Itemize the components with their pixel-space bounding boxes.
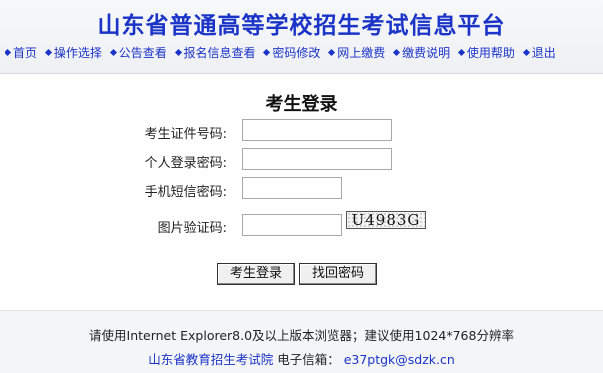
nav-label: 使用帮助 (466, 46, 515, 60)
page: 山东省普通高等学校招生考试信息平台 首页 操作选择 公告查看 报名信息查看 密码… (0, 0, 603, 373)
nav-label: 密码修改 (272, 46, 321, 60)
nav-item-help[interactable]: 使用帮助 (457, 44, 515, 61)
nav-item-operation-select[interactable]: 操作选择 (44, 44, 102, 61)
nav-item-home[interactable]: 首页 (5, 44, 37, 61)
nav-item-password-change[interactable]: 密码修改 (263, 44, 321, 61)
captcha-input[interactable] (242, 214, 342, 236)
recover-password-button[interactable]: 找回密码 (299, 263, 377, 285)
diamond-bullet-icon (5, 48, 12, 57)
captcha-image[interactable]: U4983G (346, 211, 426, 229)
diamond-bullet-icon (393, 48, 401, 57)
nav-label: 报名信息查看 (183, 46, 256, 60)
nav-item-logout[interactable]: 退出 (522, 44, 556, 61)
top-nav: 首页 操作选择 公告查看 报名信息查看 密码修改 网上缴费 缴费说明 使用帮助 … (5, 44, 601, 62)
org-link[interactable]: 山东省教育招生考试院 (148, 352, 273, 367)
diamond-bullet-icon (457, 48, 465, 57)
password-input[interactable] (242, 148, 392, 170)
nav-item-online-payment[interactable]: 网上缴费 (328, 44, 386, 61)
header: 山东省普通高等学校招生考试信息平台 首页 操作选择 公告查看 报名信息查看 密码… (0, 0, 603, 74)
browser-note: 请使用Internet Explorer8.0及以上版本浏览器；建议使用1024… (89, 328, 514, 343)
id-number-input[interactable] (242, 119, 392, 141)
email-label: 电子信箱： (277, 352, 340, 367)
diamond-bullet-icon (109, 48, 117, 57)
nav-label: 公告查看 (118, 46, 167, 60)
sms-code-label: 手机短信密码: (144, 185, 227, 200)
email-link[interactable]: e37ptgk@sdzk.cn (344, 352, 455, 367)
nav-label: 网上缴费 (337, 46, 386, 60)
nav-item-registration-info[interactable]: 报名信息查看 (174, 44, 256, 61)
nav-label: 首页 (13, 46, 38, 60)
diamond-bullet-icon (174, 48, 182, 57)
diamond-bullet-icon (328, 48, 336, 57)
password-label: 个人登录密码: (144, 156, 227, 171)
diamond-bullet-icon (263, 48, 271, 57)
nav-label: 退出 (531, 46, 556, 60)
login-button[interactable]: 考生登录 (217, 263, 295, 285)
nav-label: 缴费说明 (402, 46, 451, 60)
id-number-label: 考生证件号码: (144, 127, 227, 142)
nav-item-payment-info[interactable]: 缴费说明 (393, 44, 451, 61)
footer: 请使用Internet Explorer8.0及以上版本浏览器；建议使用1024… (0, 310, 603, 373)
diamond-bullet-icon (44, 48, 52, 57)
nav-label: 操作选择 (53, 46, 102, 60)
form-title: 考生登录 (265, 94, 338, 115)
nav-item-announcements[interactable]: 公告查看 (109, 44, 167, 61)
captcha-label: 图片验证码: (157, 221, 227, 236)
sms-code-input[interactable] (242, 177, 342, 199)
site-title: 山东省普通高等学校招生考试信息平台 (97, 13, 506, 39)
footer-contact: 山东省教育招生考试院 电子信箱： e37ptgk@sdzk.cn (0, 349, 603, 368)
diamond-bullet-icon (522, 48, 530, 57)
